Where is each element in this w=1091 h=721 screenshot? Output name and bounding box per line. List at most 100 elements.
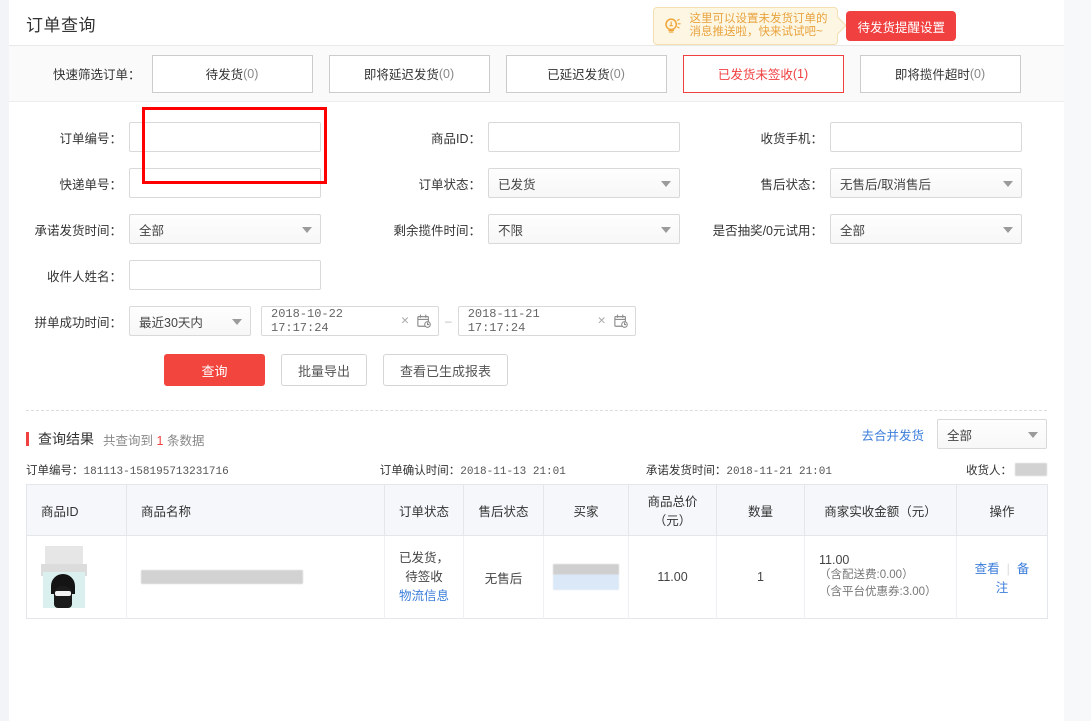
tab-label: 即将延迟发货 [363, 68, 439, 82]
remain-pickup-time-value: 不限 [498, 223, 524, 238]
col-operations: 操作 [956, 484, 1048, 536]
calendar-icon[interactable] [417, 314, 431, 328]
merge-ship-link[interactable]: 去合并发货 [861, 425, 924, 444]
redacted-receiver-name [1015, 463, 1047, 476]
tab-label: 即将揽件超时 [894, 68, 970, 82]
order-no-input[interactable] [129, 122, 321, 152]
col-goods-name: 商品名称 [126, 484, 385, 536]
results-filter-select[interactable]: 全部 [937, 419, 1047, 449]
field-group-success-time: 拼单成功时间： 最近30天内 2018-10-22 17:17:24 ✕ – 2… [9, 306, 636, 336]
cell-buyer [543, 535, 629, 619]
results-header: 查询结果 共查询到 1 条数据 去合并发货 全部 [26, 411, 1047, 459]
group-time-start-datepicker[interactable]: 2018-10-22 17:17:24 ✕ [261, 306, 439, 336]
results-count: 共查询到 1 条数据 [103, 430, 204, 449]
order-status-select[interactable]: 已发货 [488, 168, 680, 198]
is-lottery-label: 是否抽奖/0元试用： [712, 223, 823, 238]
meta-key: 订单编号： [26, 464, 84, 477]
after-sale-status-label: 售后状态： [760, 177, 823, 192]
quick-filter-tab-delayed[interactable]: 已延迟发货 (0) [505, 54, 667, 93]
results-title: 查询结果 [38, 431, 94, 447]
tab-count: (0) [609, 66, 625, 81]
order-meta-order-no: 订单编号：181113-158195713231716 [26, 462, 229, 478]
field-after-sale-status: 售后状态： 无售后/取消售后 [680, 168, 1022, 198]
remain-pickup-time-select[interactable]: 不限 [488, 214, 680, 244]
field-is-lottery: 是否抽奖/0元试用： 全部 [680, 214, 1022, 244]
quick-filter-tab-pickup-timeout[interactable]: 即将揽件超时 (0) [859, 54, 1021, 93]
actual-amount-value: 11.00 [819, 553, 850, 567]
remark-order-link[interactable]: 备注 [996, 562, 1030, 595]
group-time-preset-select[interactable]: 最近30天内 [129, 306, 251, 336]
order-status-label: 订单状态： [418, 177, 481, 192]
page-right-gutter [1064, 0, 1091, 721]
order-meta-promise-ship-time: 承诺发货时间：2018-11-21 21:01 [646, 462, 832, 478]
is-lottery-select[interactable]: 全部 [830, 214, 1022, 244]
redacted-goods-name [141, 570, 303, 585]
field-order-no: 订单编号： [9, 122, 321, 152]
tab-label: 待发货 [205, 68, 244, 82]
quick-filter-tab-pending-ship[interactable]: 待发货 (0) [151, 54, 313, 93]
tab-count: (0) [969, 66, 986, 81]
redacted-buyer [553, 564, 619, 590]
calendar-icon[interactable] [613, 314, 628, 328]
form-row-3: 承诺发货时间： 全部 剩余揽件时间： 不限 是否抽奖/0元试用： 全部 [9, 206, 1064, 252]
cell-qty: 1 [716, 535, 805, 619]
form-row-2: 快递单号： 订单状态： 已发货 售后状态： 无售后/取消售后 [9, 160, 1064, 206]
view-order-link[interactable]: 查看 [975, 562, 1000, 576]
after-sale-status-select[interactable]: 无售后/取消售后 [830, 168, 1022, 198]
quick-filter-tabs: 待发货 (0) 即将延迟发货 (0) 已延迟发货 (0) 已发货未签收 (1) 即将揽件… [151, 54, 1021, 93]
close-icon[interactable]: ✕ [596, 314, 608, 327]
express-no-input[interactable] [129, 168, 321, 198]
meta-value: 181113-158195713231716 [83, 465, 229, 478]
actual-amount-coupon: （含平台优惠券:3.00） [819, 586, 937, 598]
quick-filter-row: 快速筛选订单： 待发货 (0) 即将延迟发货 (0) 已延迟发货 (0) 已发货未签收… [9, 46, 1064, 102]
quick-filter-tab-shipped-unsigned[interactable]: 已发货未签收 (1) [682, 54, 844, 93]
close-icon[interactable]: ✕ [399, 314, 411, 327]
form-row-5: 拼单成功时间： 最近30天内 2018-10-22 17:17:24 ✕ – 2… [9, 298, 1064, 344]
tip-text: 这里可以设置未发货订单的 消息推送啦，快来试试吧~ [689, 12, 828, 39]
group-time-start-value: 2018-10-22 17:17:24 [271, 307, 344, 335]
filter-panel: 快速筛选订单： 待发货 (0) 即将延迟发货 (0) 已延迟发货 (0) 已发货未签收… [9, 46, 1064, 411]
cell-actual-amount: 11.00 （含配送费:0.00） （含平台优惠券:3.00） [804, 535, 957, 619]
receiver-name-input[interactable] [129, 260, 321, 290]
col-after-sale-status: 售后状态 [463, 484, 544, 536]
group-time-preset-value: 最近30天内 [139, 315, 203, 330]
col-qty: 数量 [716, 484, 805, 536]
results-toolbar: 去合并发货 全部 [861, 419, 1047, 449]
cell-after-sale: 无售后 [463, 535, 544, 619]
batch-export-button[interactable]: 批量导出 [281, 354, 368, 386]
col-total-price: 商品总价（元） [628, 484, 717, 536]
op-divider: | [1006, 562, 1010, 576]
actual-amount-shipping: （含配送费:0.00） [819, 569, 914, 581]
table-row: 已发货， 待签收 物流信息 无售后 11.00 1 11.00 （含配送费:0.… [26, 535, 1048, 619]
col-actual-amount: 商家实收金额（元） [804, 484, 957, 536]
group-time-end-datepicker[interactable]: 2018-11-21 17:17:24 ✕ [457, 306, 636, 336]
goods-id-input[interactable] [488, 122, 680, 152]
order-meta-strip: 订单编号：181113-158195713231716 订单确认时间：2018-… [26, 459, 1047, 484]
field-receiver-name: 收件人姓名： [9, 260, 321, 290]
tab-count: (1) [792, 66, 809, 81]
field-recv-phone: 收货手机： [680, 122, 1022, 152]
recv-phone-input[interactable] [830, 122, 1022, 152]
meta-value: 2018-11-21 21:01 [726, 465, 832, 478]
logistics-info-link[interactable]: 物流信息 [399, 587, 449, 606]
promise-ship-time-select[interactable]: 全部 [129, 214, 321, 244]
order-query-page: 订单查询 这里可以设置未发货订单的 消息推送啦，快来试试吧~ 待发货提醒设置 快… [0, 0, 1091, 721]
view-reports-button[interactable]: 查看已生成报表 [383, 354, 509, 386]
field-express-no: 快递单号： [9, 168, 321, 198]
cell-operations: 查看 | 备注 [957, 536, 1048, 619]
results-title-group: 查询结果 共查询到 1 条数据 [26, 429, 204, 449]
promise-ship-time-label: 承诺发货时间： [34, 223, 122, 238]
field-promise-ship-time: 承诺发货时间： 全部 [9, 214, 321, 244]
after-sale-status-value: 无售后/取消售后 [840, 177, 931, 192]
express-no-label: 快递单号： [59, 177, 122, 192]
cell-total-price: 11.00 [628, 535, 717, 619]
form-row-4: 收件人姓名： [9, 252, 1064, 298]
order-meta-confirm-time: 订单确认时间：2018-11-13 21:01 [380, 462, 566, 478]
filter-action-buttons: 查询 批量导出 查看已生成报表 [9, 354, 1064, 386]
ship-reminder-settings-button[interactable]: 待发货提醒设置 [846, 11, 956, 41]
order-no-label: 订单编号： [59, 131, 122, 146]
quick-filter-tab-soon-delayed[interactable]: 即将延迟发货 (0) [328, 54, 490, 93]
search-button[interactable]: 查询 [164, 354, 265, 386]
goods-thumbnail-redacted [41, 546, 87, 608]
cell-goods-thumb [26, 535, 127, 619]
